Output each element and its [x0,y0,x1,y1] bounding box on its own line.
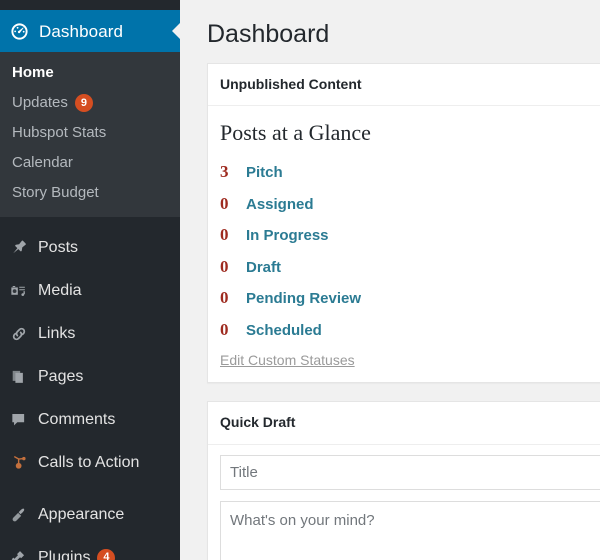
sidebar-item-plugins[interactable]: Plugins 4 [0,536,180,560]
post-status-list: 3 Pitch 0 Assigned 0 In Progress 0 Draft [220,156,600,345]
pages-stack-icon [9,367,29,387]
status-count: 0 [220,193,229,213]
list-item[interactable]: 3 Pitch [220,156,600,188]
quick-draft-panel: Quick Draft [207,401,600,560]
list-item[interactable]: 0 Scheduled [220,314,600,346]
quick-draft-content-textarea[interactable] [220,501,600,560]
panel-header-unpublished-content: Unpublished Content [208,64,600,107]
camera-media-icon [9,281,29,301]
sidebar-subitem-label: Hubspot Stats [12,124,107,141]
admin-sidebar-menu: Dashboard Home Updates 9 Hubspot Stats C… [0,10,181,560]
sidebar-subitem-label: Calendar [12,154,73,171]
admin-bar [0,0,180,10]
status-label-pitch[interactable]: Pitch [246,162,283,185]
status-count: 0 [220,288,229,308]
panel-header-quick-draft: Quick Draft [208,402,600,446]
sidebar-subitem-label: Home [12,64,54,81]
sidebar-item-dashboard[interactable]: Dashboard [0,10,181,52]
sidebar-item-label: Media [38,281,82,299]
status-label-assigned[interactable]: Assigned [246,194,314,217]
unpublished-content-body: Posts at a Glance 3 Pitch 0 Assigned 0 I… [208,106,600,382]
sidebar-content-group: Posts Media Links Pages Comments Calls t… [0,217,180,560]
list-item[interactable]: 0 In Progress [220,219,600,251]
sidebar-item-comments[interactable]: Comments [0,398,180,441]
sidebar-subitem-calendar[interactable]: Calendar [0,148,180,178]
plug-icon [9,548,29,560]
dashboard-submenu: Home Updates 9 Hubspot Stats Calendar St… [0,52,180,217]
speech-bubble-icon [9,410,29,430]
sidebar-subitem-home[interactable]: Home [0,58,180,88]
status-label-scheduled[interactable]: Scheduled [246,320,322,343]
list-item[interactable]: 0 Pending Review [220,282,600,314]
status-label-in-progress[interactable]: In Progress [246,225,329,248]
sidebar-item-posts[interactable]: Posts [0,226,180,269]
sidebar-item-calls-to-action[interactable]: Calls to Action [0,441,180,484]
main-content: Dashboard Unpublished Content Posts at a… [180,0,600,560]
sidebar-subitem-label: Updates [12,94,68,111]
sidebar-subitem-updates[interactable]: Updates 9 [0,88,180,118]
status-count: 3 [220,162,229,182]
list-item[interactable]: 0 Draft [220,251,600,283]
sidebar-item-label: Pages [38,367,84,385]
sidebar-item-pages[interactable]: Pages [0,355,180,398]
sidebar-item-media[interactable]: Media [0,269,180,312]
wordpress-admin-screen: Dashboard Home Updates 9 Hubspot Stats C… [0,0,600,560]
quick-draft-title-input[interactable] [220,455,600,491]
list-item[interactable]: 0 Assigned [220,188,600,220]
sidebar-separator [0,484,180,493]
posts-at-a-glance-title: Posts at a Glance [220,120,371,146]
quick-draft-body [208,445,600,560]
status-count: 0 [220,319,229,339]
sidebar-item-label: Posts [38,238,79,256]
dashboard-gauge-icon [9,21,29,41]
sidebar-item-label: Appearance [38,505,125,523]
sidebar-item-label: Plugins [38,548,91,560]
sidebar-subitem-hubspot-stats[interactable]: Hubspot Stats [0,118,180,148]
sidebar-item-links[interactable]: Links [0,312,180,355]
paintbrush-icon [9,505,29,525]
status-count: 0 [220,256,229,276]
sidebar-subitem-label: Story Budget [12,184,99,201]
hubspot-sprocket-icon [9,453,29,473]
status-label-pending-review[interactable]: Pending Review [246,288,361,311]
sidebar-subitem-story-budget[interactable]: Story Budget [0,178,180,208]
sidebar-item-label: Links [38,324,76,342]
plugins-count-badge: 4 [97,548,116,560]
sidebar-item-label: Calls to Action [38,453,140,471]
status-label-draft[interactable]: Draft [246,257,281,280]
edit-custom-statuses-link[interactable]: Edit Custom Statuses [220,352,355,368]
updates-count-badge: 9 [74,94,93,112]
sidebar-item-label: Dashboard [39,21,124,41]
sidebar-item-appearance[interactable]: Appearance [0,493,180,536]
sidebar-item-label: Comments [38,410,116,428]
pushpin-icon [9,238,29,258]
chain-link-icon [9,324,29,344]
unpublished-content-panel: Unpublished Content Posts at a Glance 3 … [207,62,600,384]
page-title: Dashboard [207,20,330,48]
status-count: 0 [220,225,229,245]
